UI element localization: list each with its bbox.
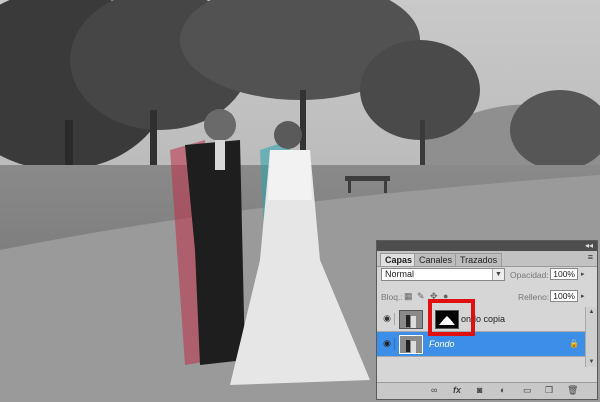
- layer-thumbnail: [399, 310, 423, 329]
- lock-label: Bloq.:: [381, 292, 403, 302]
- scroll-down-icon[interactable]: ▼: [587, 359, 596, 365]
- eye-icon[interactable]: ◉: [380, 313, 395, 325]
- tab-canales[interactable]: Canales: [414, 253, 458, 266]
- layer-row-fondo[interactable]: ◉ Fondo 🔒: [377, 332, 585, 357]
- fx-icon[interactable]: fx: [453, 385, 461, 395]
- lock-fill-row: Bloq.: ▦ ✎ ✥ ● Relleno: 100% ▸: [377, 288, 597, 306]
- layer-thumbnail: [399, 335, 423, 354]
- scroll-up-icon[interactable]: ▲: [587, 309, 596, 315]
- fill-input[interactable]: 100%: [550, 290, 578, 302]
- layers-panel: ◂◂ Capas Canales Trazados ≡ Normal ▼ Opa…: [376, 240, 598, 400]
- link-icon[interactable]: ∞: [431, 385, 437, 395]
- opacity-input[interactable]: 100%: [550, 268, 578, 280]
- panel-title-bar: ◂◂: [377, 241, 597, 251]
- panel-menu-icon[interactable]: ≡: [588, 252, 593, 262]
- layer-name: Fondo: [429, 339, 455, 349]
- panel-bottom-toolbar: ∞ fx ◙ ◐ ▭ ❐ 🗑: [377, 382, 597, 399]
- tab-trazados[interactable]: Trazados: [455, 253, 503, 266]
- lock-transparent-icon[interactable]: ▦: [404, 291, 413, 302]
- opacity-slider-icon[interactable]: ▸: [581, 270, 585, 278]
- adjustment-layer-icon[interactable]: ◐: [500, 385, 505, 395]
- blend-opacity-row: Normal ▼ Opacidad: 100% ▸: [377, 266, 597, 284]
- lock-brush-icon[interactable]: ✎: [417, 291, 425, 302]
- mask-highlight-box: [428, 299, 475, 336]
- lock-icon: 🔒: [569, 339, 579, 348]
- new-group-icon[interactable]: ▭: [523, 385, 532, 396]
- layer-row-fondo-copia[interactable]: ◉ ondo copia: [377, 307, 585, 332]
- fill-label: Relleno:: [518, 292, 550, 302]
- add-mask-icon[interactable]: ◙: [477, 385, 482, 395]
- collapse-icon[interactable]: ◂◂: [585, 241, 593, 251]
- new-layer-icon[interactable]: ❐: [545, 385, 553, 396]
- layers-scrollbar[interactable]: ▲ ▼: [585, 307, 597, 367]
- chevron-down-icon: ▼: [492, 269, 504, 280]
- blend-mode-value: Normal: [385, 269, 415, 279]
- opacity-label: Opacidad:: [510, 270, 549, 280]
- tab-capas[interactable]: Capas: [380, 253, 418, 266]
- fill-slider-icon[interactable]: ▸: [581, 292, 585, 300]
- eye-icon[interactable]: ◉: [380, 338, 395, 350]
- blend-mode-select[interactable]: Normal ▼: [381, 268, 505, 281]
- trash-icon[interactable]: 🗑: [567, 385, 578, 396]
- panel-tabs: Capas Canales Trazados ≡: [377, 251, 597, 267]
